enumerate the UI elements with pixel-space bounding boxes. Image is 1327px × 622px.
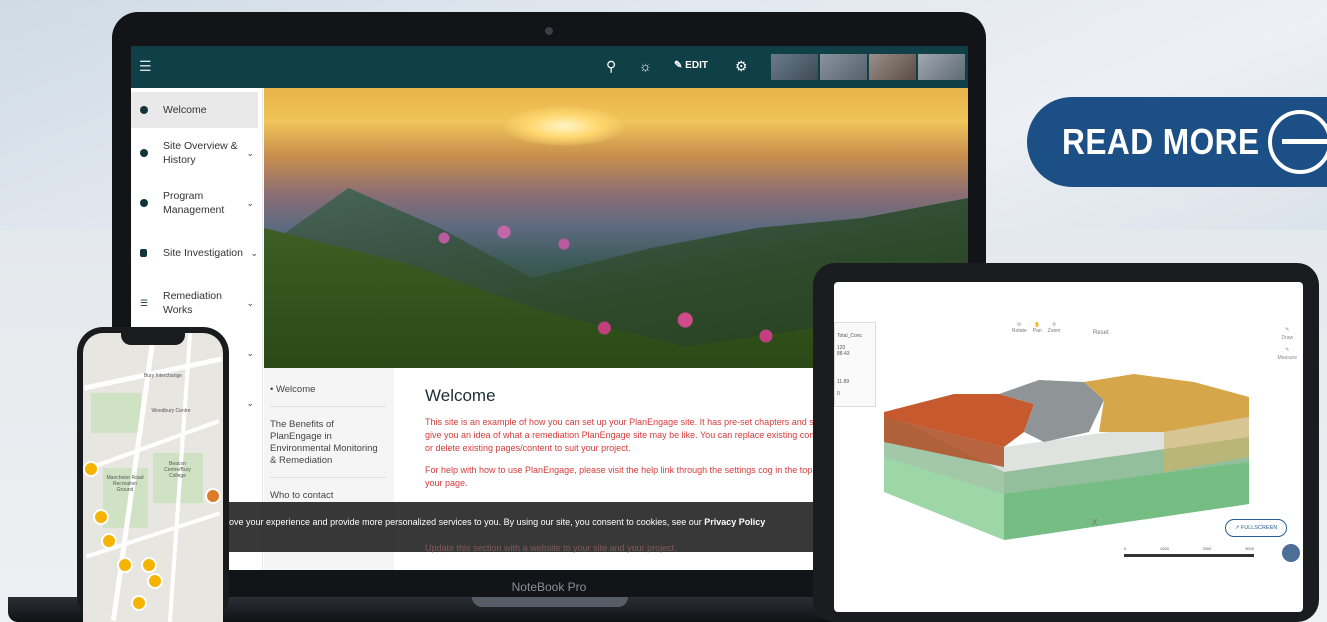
map-pin[interactable] [131, 595, 147, 611]
park-area [91, 393, 141, 433]
compass-icon[interactable] [1282, 544, 1300, 562]
chevron-down-icon[interactable]: ⌄ [246, 346, 254, 360]
hamburger-icon[interactable]: ☰ [139, 58, 152, 75]
avatar [918, 54, 965, 80]
map-label: Beacon Centre/Bury College [164, 461, 191, 479]
3d-terrain-model[interactable]: X [834, 282, 1303, 612]
text-line: your page. [425, 478, 468, 488]
sidebar-item-label: Remediation Works [163, 290, 222, 316]
phone-map[interactable]: Bury Interchange Woodbury Centre Manchet… [83, 333, 223, 622]
sidebar-item-label: Program Management [163, 190, 225, 216]
cookie-text: ove your experience and provide more per… [229, 517, 705, 527]
avatar [869, 54, 916, 80]
sidebar-item-label: Site Investigation [163, 247, 243, 259]
circle-icon [140, 106, 148, 114]
scale-labels: 0 1000 2000 3000 [1124, 546, 1254, 551]
text-line: For help with how to use PlanEngage, ple… [425, 465, 813, 475]
map-pin[interactable] [117, 557, 133, 573]
axis-label: X [1092, 518, 1098, 527]
flowers [404, 208, 604, 268]
edit-button[interactable]: ✎ EDIT [674, 60, 708, 71]
scale-label: 3000 [1245, 546, 1254, 551]
map-pin[interactable] [147, 573, 163, 589]
top-bar: ☰ ⚲ ☼ ✎ EDIT ⚙ [131, 46, 968, 88]
sun [504, 106, 624, 146]
sidebar-item-site-overview[interactable]: Site Overview & History ⌄ [131, 128, 262, 178]
scale-label: 2000 [1202, 546, 1212, 551]
read-more-button[interactable]: READ MORE [1027, 97, 1327, 187]
chevron-down-icon[interactable]: ⌄ [246, 196, 254, 210]
sidebar-item-program-management[interactable]: Program Management ⌄ [131, 178, 262, 228]
chevron-down-icon[interactable]: ⌄ [246, 296, 254, 310]
text-line: or delete existing pages/content to suit… [425, 443, 631, 453]
scale-bar [1124, 554, 1254, 557]
sidebar-item-remediation-works[interactable]: ☰ Remediation Works ⌄ [131, 278, 262, 328]
text-line: give you an idea of what a remediation P… [425, 430, 817, 440]
minus-circle-icon [1268, 110, 1327, 174]
page-nav-welcome[interactable]: • Welcome [270, 382, 386, 407]
tool-icon [140, 249, 147, 257]
read-more-label: READ MORE [1062, 121, 1260, 162]
laptop-hinge [472, 597, 628, 607]
brightness-icon[interactable]: ☼ [639, 58, 652, 74]
search-icon[interactable]: ⚲ [606, 58, 616, 75]
chevron-down-icon[interactable]: ⌄ [246, 396, 254, 410]
map-pin[interactable] [101, 533, 117, 549]
sidebar-item-site-investigation[interactable]: Site Investigation ⌄ [131, 228, 262, 278]
check-circle-icon [140, 199, 148, 207]
map-label: Bury Interchange [143, 373, 183, 379]
privacy-policy-link[interactable]: Privacy Policy [704, 517, 765, 527]
page-nav-benefits[interactable]: The Benefits of PlanEngage in Environmen… [270, 417, 386, 478]
gear-icon[interactable]: ⚙ [735, 58, 748, 75]
camera-icon [545, 27, 553, 35]
laptop-brand-label: NoteBook Pro [511, 580, 587, 594]
fullscreen-label: FULLSCREEN [1240, 525, 1278, 531]
text-line: This site is an example of how you can s… [425, 417, 817, 427]
sidebar-item-label: Site Overview & History [163, 140, 238, 166]
scale-label: 0 [1124, 546, 1127, 551]
compass-icon [140, 149, 148, 157]
fullscreen-button[interactable]: ↗ FULLSCREEN [1225, 519, 1287, 537]
avatar [771, 54, 818, 80]
map-pin[interactable] [93, 509, 109, 525]
phone-notch [121, 333, 185, 345]
map-pin[interactable] [141, 557, 157, 573]
map-pin[interactable] [83, 461, 99, 477]
avatar [820, 54, 867, 80]
scale-label: 1000 [1159, 546, 1169, 551]
chevron-down-icon[interactable]: ⌄ [250, 246, 258, 260]
chevron-down-icon[interactable]: ⌄ [246, 146, 254, 160]
sidebar-item-label: Welcome [163, 104, 207, 116]
map-pin[interactable] [205, 488, 221, 504]
map-label: Mancheter Road Recreation Ground [106, 475, 144, 493]
participant-thumbnails [771, 54, 965, 80]
list-icon: ☰ [140, 298, 149, 308]
sidebar-item-welcome[interactable]: Welcome [131, 92, 258, 128]
map-label: Woodbury Centre [151, 408, 191, 414]
tablet-screen: Total_Conc 120 88.43 11.89 0 ⟳ Rotate ✋ Pa… [834, 282, 1303, 612]
faded-text: Update this section with a website to yo… [425, 543, 677, 553]
